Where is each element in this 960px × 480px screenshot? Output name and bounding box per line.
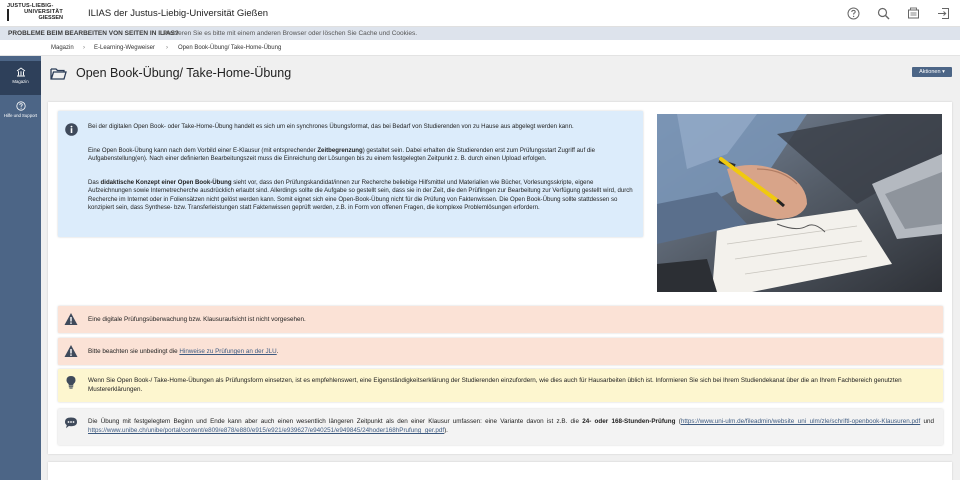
breadcrumb-item-current[interactable]: Open Book-Übung/ Take-Home-Übung bbox=[178, 45, 281, 51]
sidebar-item-label: Hilfe und Support bbox=[3, 113, 38, 118]
note-text: Die Übung mit festgelegtem Beginn und En… bbox=[88, 417, 934, 435]
photo-illustration bbox=[657, 114, 942, 292]
sidebar-item-label: Magazin bbox=[12, 79, 29, 84]
warning-text-post: . bbox=[276, 348, 279, 355]
help-icon bbox=[15, 101, 26, 111]
lightbulb-icon bbox=[66, 376, 76, 389]
info-text: Das bbox=[88, 179, 101, 186]
content-panel-next bbox=[48, 462, 952, 480]
sidebar-item-help[interactable]: Hilfe und Support bbox=[0, 95, 41, 129]
note-text-part: Die Übung mit festgelegtem Beginn und En… bbox=[88, 418, 583, 425]
actions-dropdown-button[interactable]: Aktionen ▾ bbox=[912, 67, 952, 77]
info-box: Bei der digitalen Open Book- oder Take-H… bbox=[58, 111, 643, 237]
top-header: JUSTUS-LIEBIG- UNIVERSITÄT GIESSEN ILIAS… bbox=[0, 0, 960, 27]
tip-box: Wenn Sie Open Book-/ Take-Home-Übungen a… bbox=[58, 369, 943, 402]
note-text-part: ). bbox=[444, 427, 448, 434]
info-text-bold: didaktische Konzept einer Open Book-Übun… bbox=[100, 179, 232, 186]
warning-text-pre: Bitte beachten sie unbedingt die bbox=[88, 348, 180, 355]
info-paragraph-3: Das didaktische Konzept einer Open Book-… bbox=[88, 179, 634, 212]
speech-bubble-icon bbox=[65, 417, 77, 429]
warning-icon bbox=[64, 345, 78, 357]
breadcrumb-separator: › bbox=[166, 44, 168, 51]
page-title: Open Book-Übung/ Take-Home-Übung bbox=[76, 66, 292, 80]
info-paragraph-1: Bei der digitalen Open Book- oder Take-H… bbox=[88, 123, 574, 130]
alert-title: PROBLEME BEIM BEARBEITEN VON SEITEN IN I… bbox=[8, 30, 179, 37]
folder-open-icon bbox=[50, 68, 67, 80]
breadcrumb-separator: › bbox=[83, 44, 85, 51]
sidebar-item-magazin[interactable]: Magazin bbox=[0, 61, 41, 95]
hand-writing-photo bbox=[657, 114, 942, 292]
help-icon[interactable] bbox=[847, 7, 860, 20]
warning-box: Bitte beachten sie unbedingt die Hinweis… bbox=[58, 338, 943, 365]
warning-box: Eine digitale Prüfungsüberwachung bzw. K… bbox=[58, 306, 943, 333]
info-icon bbox=[65, 123, 78, 136]
uni-ulm-link[interactable]: https://www.uni-ulm.de/fileadmin/website… bbox=[681, 418, 920, 425]
info-text-bold: Zeitbegrenzung bbox=[317, 147, 363, 154]
info-paragraph-2: Eine Open Book-Übung kann nach dem Vorbi… bbox=[88, 147, 634, 164]
info-text: Eine Open Book-Übung kann nach dem Vorbi… bbox=[88, 147, 318, 154]
note-box: Die Übung mit festgelegtem Beginn und En… bbox=[58, 409, 943, 445]
system-alert-bar: PROBLEME BEIM BEARBEITEN VON SEITEN IN I… bbox=[0, 27, 960, 40]
warning-text: Bitte beachten sie unbedingt die Hinweis… bbox=[88, 347, 278, 356]
logo-line-3: GIESSEN bbox=[38, 15, 63, 21]
note-text-bold: 24- oder 168-Stunden-Prüfung bbox=[582, 418, 676, 425]
note-text-part: und bbox=[920, 418, 934, 425]
university-logo[interactable]: JUSTUS-LIEBIG- UNIVERSITÄT GIESSEN bbox=[7, 3, 73, 24]
main-bar: Magazin Hilfe und Support bbox=[0, 56, 41, 480]
breadcrumb-item-wegweiser[interactable]: E-Learning-Wegweiser bbox=[94, 45, 155, 51]
warning-icon bbox=[64, 313, 78, 325]
logo-bar bbox=[7, 9, 9, 21]
app-title[interactable]: ILIAS der Justus-Liebig-Universität Gieß… bbox=[88, 8, 268, 19]
notifications-icon[interactable] bbox=[907, 7, 920, 20]
warning-text: Eine digitale Prüfungsüberwachung bzw. K… bbox=[88, 316, 306, 323]
search-icon[interactable] bbox=[877, 7, 890, 20]
breadcrumb: Magazin › E-Learning-Wegweiser › Open Bo… bbox=[0, 40, 960, 56]
breadcrumb-item-magazin[interactable]: Magazin bbox=[51, 45, 74, 51]
tip-text: Wenn Sie Open Book-/ Take-Home-Übungen a… bbox=[88, 377, 902, 393]
exam-guidelines-link[interactable]: Hinweise zu Prüfungen an der JLU bbox=[179, 348, 276, 355]
repository-icon bbox=[16, 67, 25, 77]
alert-text: Probieren Sie es bitte mit einem anderen… bbox=[163, 30, 417, 37]
logout-icon[interactable] bbox=[937, 7, 950, 20]
unibe-link[interactable]: https://www.unibe.ch/unibe/portal/conten… bbox=[88, 427, 444, 434]
